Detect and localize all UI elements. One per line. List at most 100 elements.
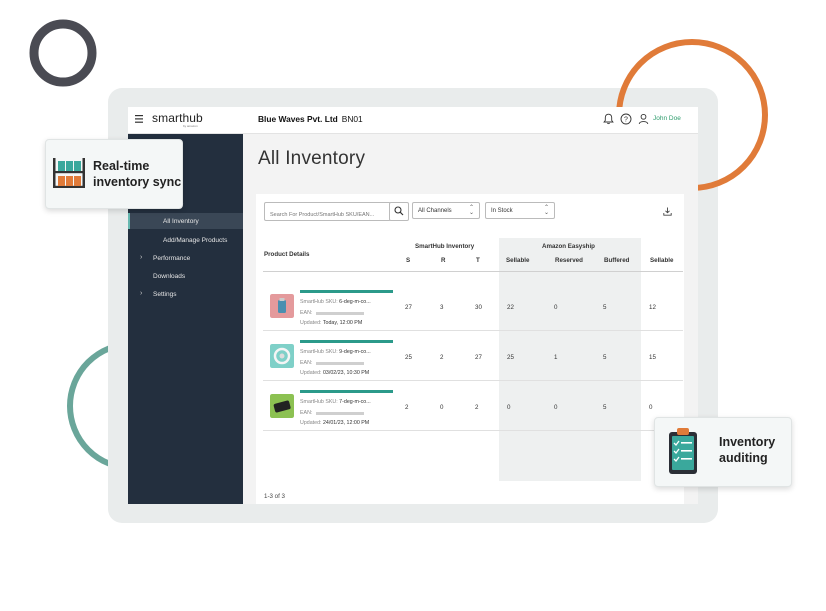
bell-icon[interactable]	[603, 113, 614, 125]
col-r: R	[441, 257, 446, 264]
page-title: All Inventory	[258, 148, 366, 169]
stock-select[interactable]: In Stock ⌃ ⌄	[485, 202, 555, 219]
chevron-right-icon[interactable]: ›	[140, 254, 142, 261]
up-down-chevron-icon: ⌃ ⌄	[543, 205, 549, 216]
cell-sellable: 12	[649, 304, 656, 311]
group-amazon-easyship: Amazon Easyship	[542, 243, 595, 250]
cell-amazon-buffered: 5	[603, 304, 607, 311]
callout-audit-text: Inventory auditing	[719, 434, 775, 466]
smarthub-logo[interactable]: smarthub	[152, 111, 203, 125]
decorative-ring-dark	[29, 19, 97, 87]
table-row[interactable]: SmartHub SKU: 9-deg-m-co... EAN: Updated…	[263, 332, 683, 382]
help-icon[interactable]: ?	[620, 113, 632, 125]
sidebar-item-downloads[interactable]: Downloads	[153, 273, 185, 280]
table-row[interactable]: SmartHub SKU: 7-deg-m-co... EAN: Updated…	[263, 382, 683, 432]
col-sellable: Sellable	[650, 257, 674, 264]
cell-t: 27	[475, 354, 482, 361]
cell-amazon-reserved: 1	[554, 354, 558, 361]
cell-amazon-sellable: 25	[507, 354, 514, 361]
product-name-bar	[300, 390, 393, 393]
sidebar-item-all-inventory[interactable]: All Inventory	[163, 218, 199, 225]
sidebar-item-settings[interactable]: Settings	[153, 291, 177, 298]
search-input[interactable]	[268, 206, 390, 224]
callout-sync-line2: inventory sync	[93, 175, 182, 189]
cell-sellable: 15	[649, 354, 656, 361]
callout-inventory-auditing: Inventory auditing	[654, 417, 792, 487]
product-updated: Updated: 24/01/23, 12:00 PM	[300, 420, 369, 426]
product-name-bar	[300, 290, 393, 293]
search-icon	[394, 206, 404, 216]
callout-sync-line1: Real-time	[93, 159, 150, 173]
sku-label: SmartHub SKU:	[300, 399, 338, 405]
top-bar: smarthub by amazon Blue Waves Pvt. Ltd BN…	[128, 107, 698, 134]
col-s: S	[406, 257, 411, 264]
product-ean-label: EAN:	[300, 360, 313, 366]
company-label: Blue Waves Pvt. Ltd	[258, 114, 338, 124]
sidebar-item-add-manage-products[interactable]: Add/Manage Products	[163, 237, 227, 244]
sku-label: SmartHub SKU:	[300, 349, 338, 355]
table-row[interactable]: SmartHub SKU: 6-deg-m-co... EAN: Updated…	[263, 282, 683, 332]
main-content: All Inventory All Channels ⌃⌄ In Stock ⌃…	[243, 134, 698, 504]
up-down-chevron-icon: ⌃ ⌄	[468, 205, 474, 216]
channel-select-value: All Channels	[418, 208, 452, 214]
cell-amazon-reserved: 0	[554, 404, 558, 411]
ean-placeholder-bar	[316, 412, 364, 415]
svg-text:?: ?	[624, 116, 628, 123]
row-divider	[263, 430, 683, 431]
callout-audit-line1: Inventory	[719, 435, 776, 449]
product-thumbnail-pink	[270, 294, 294, 318]
sku-value: 6-deg-m-co...	[339, 299, 371, 305]
logo-subtext: by amazon	[183, 124, 198, 128]
app-screen: smarthub by amazon Blue Waves Pvt. Ltd BN…	[128, 107, 698, 504]
company-code: BN01	[341, 114, 363, 124]
cell-amazon-sellable: 0	[507, 404, 511, 411]
cell-r: 3	[440, 304, 444, 311]
sku-label: SmartHub SKU:	[300, 299, 338, 305]
product-updated: Updated: 03/02/23, 10:30 PM	[300, 370, 369, 376]
row-divider	[263, 330, 683, 331]
row-divider	[263, 380, 683, 381]
cell-amazon-reserved: 0	[554, 304, 558, 311]
product-sku: SmartHub SKU: 9-deg-m-co...	[300, 349, 371, 355]
updated-label: Updated:	[300, 320, 322, 326]
cell-s: 25	[405, 354, 412, 361]
col-amazon-reserved: Reserved	[555, 257, 583, 264]
cell-t: 30	[475, 304, 482, 311]
updated-value: Today, 12:00 PM	[322, 320, 363, 326]
user-icon[interactable]	[638, 113, 649, 125]
search-button[interactable]	[389, 202, 409, 221]
updated-label: Updated:	[300, 420, 322, 426]
chevron-right-icon[interactable]: ›	[140, 290, 142, 297]
pagination-text: 1-3 of 3	[264, 493, 285, 500]
hamburger-menu-icon[interactable]	[135, 114, 145, 124]
clipboard-checklist-icon	[669, 428, 697, 474]
cell-s: 27	[405, 304, 412, 311]
col-product-details: Product Details	[264, 251, 310, 258]
updated-label: Updated:	[300, 370, 322, 376]
shelf-boxes-icon	[53, 158, 85, 188]
cell-amazon-buffered: 5	[603, 354, 607, 361]
product-thumbnail-green	[270, 394, 294, 418]
username[interactable]: John Doe	[653, 115, 681, 122]
cell-amazon-sellable: 22	[507, 304, 514, 311]
cell-sellable: 0	[649, 404, 653, 411]
ean-placeholder-bar	[316, 312, 364, 315]
channel-select[interactable]: All Channels ⌃ ⌄	[412, 202, 480, 219]
group-smarthub-inventory: SmartHub Inventory	[415, 243, 475, 250]
col-amazon-sellable: Sellable	[506, 257, 530, 264]
callout-realtime-sync: Real-time inventory sync	[45, 139, 183, 209]
inventory-card: All Channels ⌃⌄ In Stock ⌃⌄ Product Deta…	[256, 194, 684, 504]
callout-audit-line2: auditing	[719, 451, 768, 465]
product-sku: SmartHub SKU: 7-deg-m-co...	[300, 399, 371, 405]
cell-amazon-buffered: 5	[603, 404, 607, 411]
updated-value: 24/01/23, 12:00 PM	[322, 420, 370, 426]
sku-value: 9-deg-m-co...	[339, 349, 371, 355]
updated-value: 03/02/23, 10:30 PM	[322, 370, 370, 376]
col-t: T	[476, 257, 480, 264]
sidebar-item-performance[interactable]: Performance	[153, 255, 190, 262]
product-updated: Updated: Today, 12:00 PM	[300, 320, 362, 326]
stock-select-value: In Stock	[491, 208, 513, 214]
download-icon[interactable]	[663, 207, 672, 216]
product-thumbnail-teal	[270, 344, 294, 368]
cell-s: 2	[405, 404, 409, 411]
